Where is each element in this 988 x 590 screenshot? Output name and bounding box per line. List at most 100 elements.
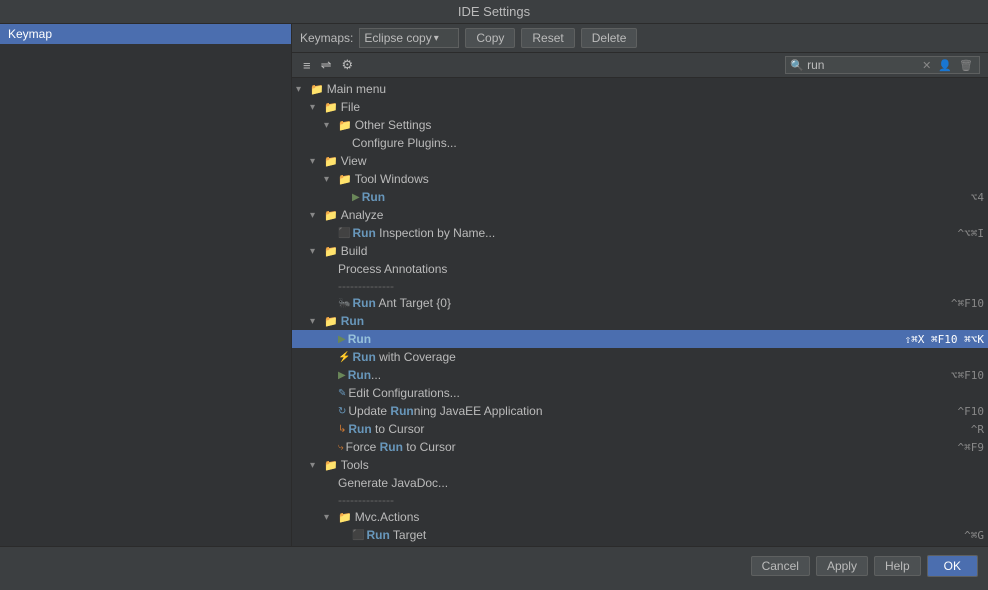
tree-row[interactable]: ⬛ Run Target ^⌘G	[292, 526, 988, 544]
row-label: Mvc.Actions	[355, 510, 984, 524]
cursor-icon: ↳	[338, 424, 346, 435]
tree-row[interactable]: Configure Plugins...	[292, 134, 988, 152]
tree-row[interactable]: 📁 Run	[292, 312, 988, 330]
edit-config-icon: ✎	[338, 388, 346, 399]
update-icon: ↻	[338, 406, 346, 417]
keymap-list-item-keymap[interactable]: Keymap	[0, 24, 291, 44]
keymap-panel: Keymap	[0, 24, 292, 546]
search-input[interactable]	[807, 58, 917, 72]
folder-icon: 📁	[324, 245, 338, 258]
clear-search-icon[interactable]: ✕	[920, 59, 933, 72]
shortcut-badge: ^⌥⌘I	[950, 227, 985, 240]
tree-row: --------------	[292, 278, 988, 294]
folder-icon: 📁	[324, 209, 338, 222]
row-label: Analyze	[341, 208, 984, 222]
row-label: Run	[348, 332, 897, 346]
help-button[interactable]: Help	[874, 556, 921, 576]
apply-button[interactable]: Apply	[816, 556, 868, 576]
row-label: View	[341, 154, 984, 168]
folder-icon: 📁	[338, 511, 352, 524]
toggle-icon	[310, 102, 324, 113]
run-target-icon: ⬛	[352, 530, 364, 541]
tree-row[interactable]: ▶ Run ⇧⌘X ⌘F10 ⌘⌥K	[292, 330, 988, 348]
tree-row[interactable]: 📁 Tool Windows	[292, 170, 988, 188]
folder-icon: 📁	[324, 101, 338, 114]
collapse-all-icon[interactable]: ⇌	[318, 56, 335, 74]
expand-all-icon[interactable]: ≡	[300, 56, 314, 74]
ok-button[interactable]: OK	[927, 555, 978, 577]
shortcut-badge: ⌥⌘F10	[943, 369, 984, 382]
tree-row[interactable]: 📁 Analyze	[292, 206, 988, 224]
cancel-button[interactable]: Cancel	[751, 556, 810, 576]
tree-row[interactable]: 📁 Main menu	[292, 80, 988, 98]
action-icons: ≡ ⇌ ⚙	[300, 56, 356, 74]
tree-row[interactable]: 📁 Build	[292, 242, 988, 260]
row-label: Edit Configurations...	[348, 386, 984, 400]
folder-icon: 📁	[338, 119, 352, 132]
shortcut-badge: ^⌘G	[956, 529, 984, 542]
tree-row[interactable]: Process Annotations	[292, 260, 988, 278]
tree-row[interactable]: 📁 View	[292, 152, 988, 170]
tree-row[interactable]: ⤷ Force Run to Cursor ^⌘F9	[292, 438, 988, 456]
tree-row[interactable]: ▶ Run ⌥4	[292, 188, 988, 206]
tree-row[interactable]: 📁 Other Settings	[292, 116, 988, 134]
tree-row[interactable]: ⚡ Run with Coverage	[292, 348, 988, 366]
row-label: Run with Coverage	[352, 350, 984, 364]
reset-button[interactable]: Reset	[521, 28, 574, 48]
run-badge-icon: ⬛	[338, 228, 350, 239]
folder-icon: 📁	[324, 459, 338, 472]
tree-row[interactable]: ⬛ Generate GWT Compile Report...	[292, 544, 988, 546]
delete-filter-icon[interactable]: 🗑	[957, 59, 975, 72]
row-label: Configure Plugins...	[352, 136, 984, 150]
toggle-icon	[310, 460, 324, 471]
search-box: 🔍 ✕ 👤 🗑	[785, 56, 980, 74]
title: IDE Settings	[458, 4, 530, 19]
toggle-icon	[324, 512, 338, 523]
tree-row[interactable]: 📁 File	[292, 98, 988, 116]
tree-row[interactable]: 📁 Mvc.Actions	[292, 508, 988, 526]
tree-row[interactable]: Generate JavaDoc...	[292, 474, 988, 492]
toggle-icon	[324, 174, 338, 185]
shortcut-badge: ^⌘F9	[950, 441, 985, 454]
tree-row[interactable]: ✎ Edit Configurations...	[292, 384, 988, 402]
toggle-icon	[310, 210, 324, 221]
action-toolbar: ≡ ⇌ ⚙ 🔍 ✕ 👤 🗑	[292, 53, 988, 78]
force-icon: ⤷	[338, 442, 344, 453]
selected-keymap-label: Eclipse copy	[364, 31, 431, 45]
row-label: Run to Cursor	[348, 422, 962, 436]
shortcut-badge: ⇧⌘X ⌘F10 ⌘⌥K	[897, 333, 984, 346]
tree-row[interactable]: ↻ Update Running JavaEE Application ^F10	[292, 402, 988, 420]
main-layout: Keymap Keymaps: Eclipse copy ▾ Copy Rese…	[0, 24, 988, 546]
tree-row[interactable]: ▶ Run... ⌥⌘F10	[292, 366, 988, 384]
folder-icon: 📁	[338, 173, 352, 186]
tree-row[interactable]: ⬛ Run Inspection by Name... ^⌥⌘I	[292, 224, 988, 242]
right-panel: Keymaps: Eclipse copy ▾ Copy Reset Delet…	[292, 24, 988, 546]
row-label: Main menu	[327, 82, 984, 96]
toggle-icon	[310, 156, 324, 167]
top-bar: IDE Settings	[0, 0, 988, 24]
row-label: Run Target	[366, 528, 956, 542]
delete-button[interactable]: Delete	[581, 28, 638, 48]
toggle-icon	[324, 120, 338, 131]
bottom-bar: Cancel Apply Help OK	[0, 546, 988, 584]
row-label: Run...	[348, 368, 943, 382]
row-label: Build	[341, 244, 984, 258]
settings-icon[interactable]: ⚙	[339, 56, 357, 74]
separator: --------------	[338, 493, 394, 507]
copy-button[interactable]: Copy	[465, 28, 515, 48]
keymap-select[interactable]: Eclipse copy ▾	[359, 28, 459, 48]
play-icon: ▶	[338, 334, 346, 345]
tree-row[interactable]: ↳ Run to Cursor ^R	[292, 420, 988, 438]
tree-row[interactable]: 🐜 Run Ant Target {0} ^⌘F10	[292, 294, 988, 312]
shortcut-badge: ⌥4	[963, 191, 984, 204]
shortcut-badge: ^⌘F10	[943, 297, 984, 310]
toggle-icon	[310, 316, 324, 327]
chevron-down-icon: ▾	[434, 33, 439, 44]
tree-content: 📁 Main menu 📁 File 📁 Other Settings	[292, 78, 988, 546]
tree-row[interactable]: 📁 Tools	[292, 456, 988, 474]
folder-icon: 📁	[310, 83, 324, 96]
row-label: Tools	[341, 458, 984, 472]
user-filter-icon[interactable]: 👤	[936, 59, 954, 72]
row-label: Tool Windows	[355, 172, 984, 186]
row-label: Run	[341, 314, 984, 328]
